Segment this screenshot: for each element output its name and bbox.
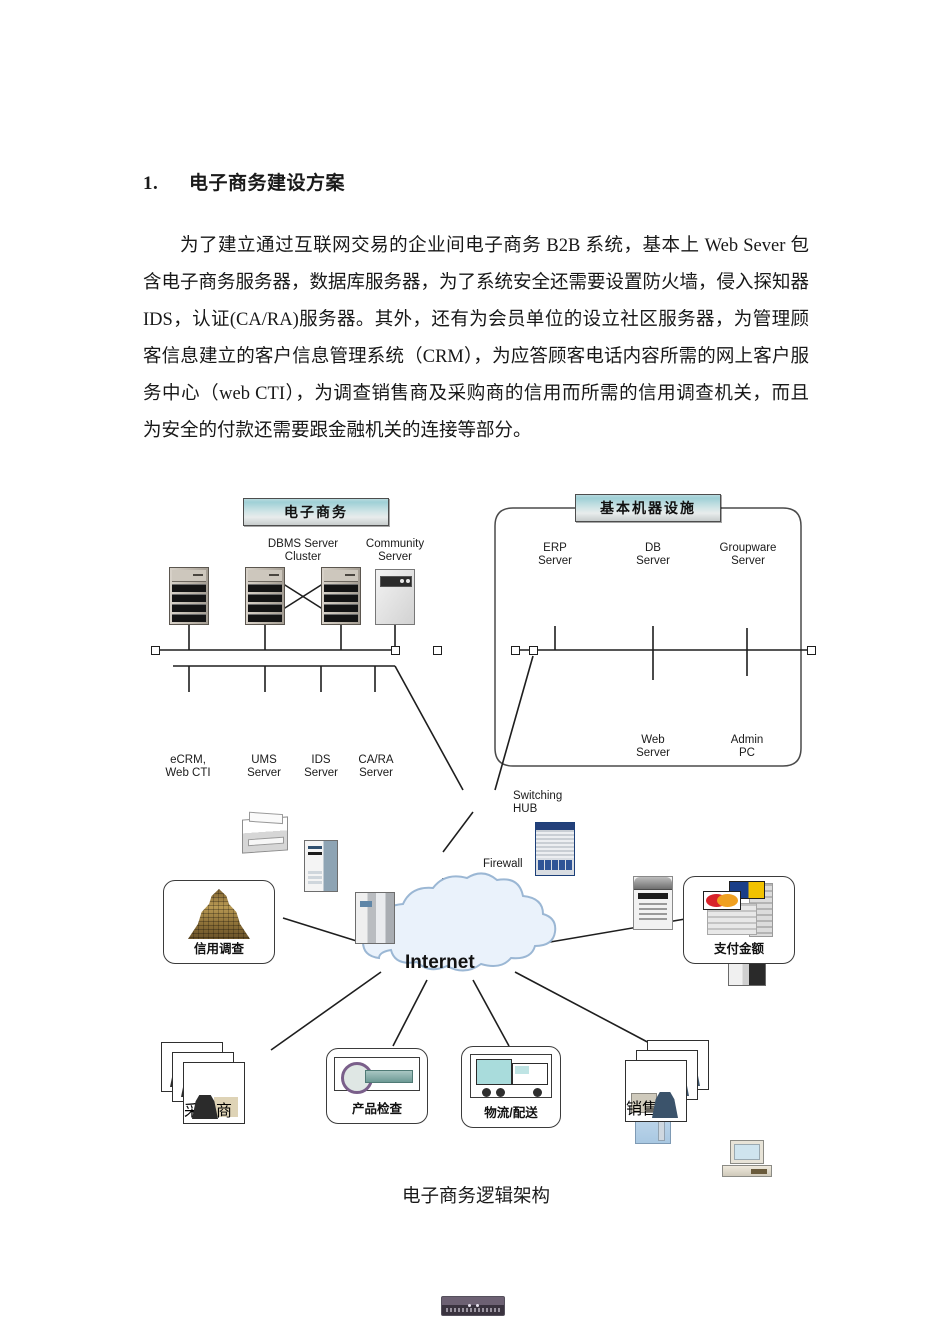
switching-hub-label: Switching HUB [513,790,563,815]
seller-photo-icon: 销售商 [625,1060,687,1122]
internet-label: Internet [405,952,475,973]
truck-icon [476,1057,548,1097]
bus-endpoint [151,645,160,655]
product-inspection-label: 产品检查 [351,1102,402,1116]
tower-server-icon [375,569,415,625]
commerce-rack-server-icon [169,567,209,625]
external-card-credit-investigation[interactable]: 信用调查 [163,880,275,964]
zone-banner-infrastructure: 基本机器设施 [575,494,721,522]
external-card-seller[interactable]: 销售商 [625,1040,733,1140]
dbms-rack-server-icon [321,567,361,625]
heading-number: 1. [143,173,159,194]
architecture-diagram: 电子商务 基本机器设施 DBMS Server Cluster Communit… [143,480,843,1316]
bus-endpoint [807,645,816,655]
skyscraper-icon [188,889,250,939]
db-server-label: DB Server [636,542,670,567]
figure-caption: 电子商务逻辑架构 [401,1187,550,1207]
page-heading: 1. 电子商务建设方案 [143,168,345,195]
external-card-product-inspection[interactable]: 产品检查 [326,1048,428,1124]
buyer-label: 采购商 [184,1103,233,1120]
credit-investigation-label: 信用调查 [193,942,244,956]
firewall-label: Firewall [483,858,523,870]
db-server-icon [633,876,673,930]
external-card-buyer[interactable]: 采购商 [161,1042,269,1142]
switch-icon [441,1296,505,1316]
ecrm-webcti-label: eCRM, Web CTI [165,754,211,779]
groupware-server-label: Groupware Server [719,542,777,567]
bus-endpoint [433,645,442,655]
dbms-cluster-label: DBMS Server Cluster [267,538,339,563]
truck-frame [470,1054,552,1098]
heading-text: 电子商务建设方案 [189,173,346,194]
truck-image-frame [470,1054,552,1098]
ids-tower-icon [304,840,338,892]
desktop-pc-icon [722,1140,772,1180]
bus-endpoint [391,645,400,655]
erp-server-label: ERP Server [538,542,572,567]
document-page: 1. 电子商务建设方案 为了建立通过互联网交易的企业间电子商务 B2B 系统，基本… [0,0,945,1337]
web-server-label: Web Server [636,734,670,759]
admin-pc-label: Admin PC [730,734,764,759]
buyer-photo-icon: 采购商 [183,1062,245,1124]
external-card-logistics[interactable]: 物流/配送 [461,1046,561,1128]
bus-endpoint [511,645,520,655]
zone-banner-infrastructure-label: 基本机器设施 [600,502,696,517]
ids-server-label: IDS Server [304,754,338,779]
ums-server-label: UMS Server [247,754,281,779]
bus-endpoint [529,645,538,655]
magnifier-frame [334,1057,420,1094]
logistics-delivery-label: 物流/配送 [484,1106,538,1120]
zone-banner-ecommerce-label: 电子商务 [284,506,348,521]
dbms-rack-server-icon [245,567,285,625]
zone-banner-ecommerce: 电子商务 [243,498,389,526]
metal-server-icon [355,892,395,944]
magnifier-icon [341,1062,413,1094]
payment-amount-label: 支付金额 [713,942,764,956]
bank-credit-card-icon [703,881,775,937]
printer-server-icon [242,816,288,854]
seller-label: 销售商 [626,1101,675,1118]
magnifier-image-frame [334,1057,420,1094]
community-server-label: Community Server [365,538,425,563]
cara-server-label: CA/RA Server [358,754,394,779]
body-paragraph: 为了建立通过互联网交易的企业间电子商务 B2B 系统，基本上 Web Sever… [143,236,810,441]
external-card-payment[interactable]: 支付金额 [683,876,795,964]
